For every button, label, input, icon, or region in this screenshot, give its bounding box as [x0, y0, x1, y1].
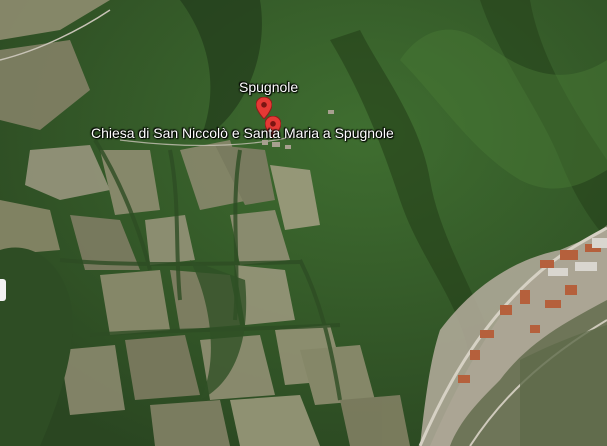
satellite-map[interactable]: Spugnole Chiesa di San Niccolò e Santa M…: [0, 0, 607, 446]
side-panel-handle[interactable]: [0, 279, 6, 301]
satellite-terrain: [0, 0, 607, 446]
place-label-chiesa[interactable]: Chiesa di San Niccolò e Santa Maria a Sp…: [91, 125, 394, 141]
place-label-spugnole[interactable]: Spugnole: [239, 79, 298, 95]
